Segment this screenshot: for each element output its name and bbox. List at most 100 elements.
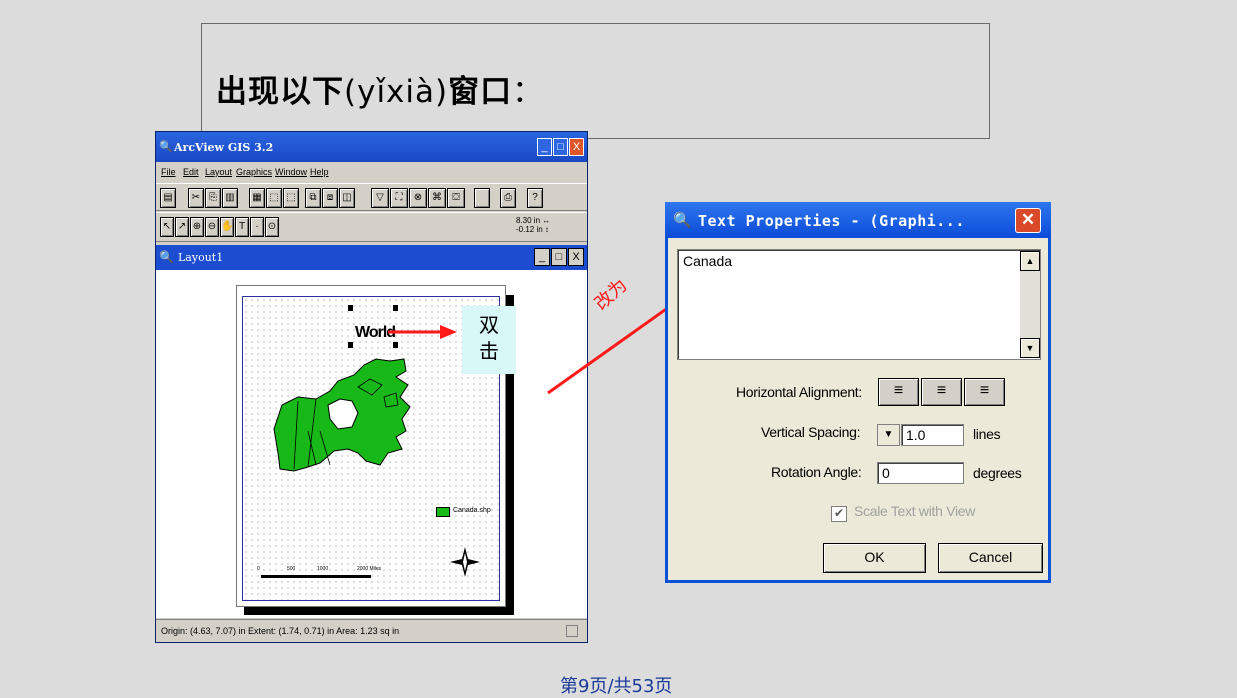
ok-button[interactable]: OK — [823, 543, 926, 573]
title-pinyin: (yǐxià) — [344, 74, 449, 110]
arcview-title: ArcView GIS 3.2 — [174, 141, 274, 154]
scroll-up-icon[interactable]: ▲ — [1020, 251, 1040, 271]
resize-grip-icon[interactable] — [566, 625, 578, 637]
frame5-icon[interactable]: ◫ — [339, 188, 355, 208]
scroll-down-icon[interactable]: ▼ — [1020, 338, 1040, 358]
save-icon[interactable]: ▤ — [160, 188, 176, 208]
dialog-close-button[interactable]: ✕ — [1015, 208, 1041, 233]
slide-title-box: 出现以下(yǐxià)窗口： — [201, 23, 990, 139]
button-bar: ▤ ✂ ⎘ ▥ ▦ ⬚ ⬚ ⧉ ⧈ ◫ ▽ ⛶ ⊗ ⌘ ⛋ ⎙ ? — [156, 183, 587, 211]
arcview-titlebar[interactable]: 🔍 ArcView GIS 3.2 _ □ X — [156, 132, 587, 162]
layout-minimize-button[interactable]: _ — [534, 248, 550, 266]
text-tool-icon[interactable]: T — [235, 217, 249, 237]
pointer-icon[interactable]: ↖ — [160, 217, 174, 237]
spacing-unit: lines — [973, 426, 1001, 442]
globe-icon: 🔍 — [159, 141, 173, 153]
rotation-angle-field[interactable]: 0 — [877, 462, 964, 484]
vertex-icon[interactable]: ↗ — [175, 217, 189, 237]
scale-bar — [261, 575, 371, 578]
cut-icon[interactable]: ✂ — [188, 188, 204, 208]
paste-icon[interactable]: ▥ — [222, 188, 238, 208]
dialog-titlebar[interactable]: 🔍 Text Properties - (Graphi... ✕ — [665, 202, 1051, 238]
copy-icon[interactable]: ⎘ — [205, 188, 221, 208]
arcview-window: 🔍 ArcView GIS 3.2 _ □ X File Edit Layout… — [155, 131, 588, 643]
tool-a-icon[interactable]: ▽ — [371, 188, 389, 208]
text-scrollbar[interactable]: ▲ ▼ — [1020, 251, 1040, 358]
tool-e-icon[interactable]: ⛋ — [447, 188, 465, 208]
layout-canvas[interactable]: World Canada.shp 0 500 1000 2000 Miles — [156, 270, 587, 618]
point-tool-icon[interactable]: · — [250, 217, 264, 237]
selection-handle[interactable] — [348, 342, 353, 348]
layout-close-button[interactable]: X — [568, 248, 584, 266]
rotation-unit: degrees — [973, 465, 1022, 481]
dialog-title: Text Properties - (Graphi... — [698, 212, 965, 230]
selection-handle[interactable] — [348, 305, 353, 311]
menu-edit[interactable]: Edit — [183, 167, 199, 177]
frame-tool-icon[interactable]: ⊙ — [265, 217, 279, 237]
help-icon[interactable]: ? — [527, 188, 543, 208]
slide-title: 出现以下(yǐxià)窗口： — [216, 66, 544, 111]
scale-label: 2000 Miles — [357, 566, 382, 572]
scale-label: 1000 — [317, 566, 329, 572]
cursor-coordinates: 8.30 in ↔ -0.12 in ↕ — [516, 216, 550, 234]
status-bar: Origin: (4.63, 7.07) in Extent: (1.74, 0… — [156, 619, 587, 642]
layout-maximize-button[interactable]: □ — [551, 248, 567, 266]
double-click-note: 双击 — [462, 306, 516, 374]
menu-bar: File Edit Layout Graphics Window Help — [156, 165, 587, 181]
text-input-area[interactable]: Canada ▲ ▼ — [677, 249, 1041, 360]
map-title-text[interactable]: World — [355, 324, 396, 342]
rotation-angle-label: Rotation Angle: — [771, 464, 862, 480]
change-to-note: 改为 — [590, 274, 631, 314]
zoom-in-icon[interactable]: ⊕ — [190, 217, 204, 237]
tool-d-icon[interactable]: ⌘ — [428, 188, 446, 208]
title-colon: ： — [512, 74, 545, 110]
horizontal-alignment-label: Horizontal Alignment: — [736, 384, 862, 400]
spacing-dropdown-icon[interactable]: ▼ — [877, 424, 900, 446]
align-left-icon[interactable]: ≡ — [878, 378, 919, 406]
minimize-button[interactable]: _ — [537, 138, 552, 156]
properties-icon[interactable]: ▦ — [249, 188, 265, 208]
legend-label: Canada.shp — [453, 507, 491, 514]
align-right-icon[interactable]: ≡ — [964, 378, 1005, 406]
menu-window[interactable]: Window — [275, 167, 307, 177]
canada-map[interactable] — [268, 357, 418, 487]
pan-icon[interactable]: ✋ — [220, 217, 234, 237]
vertical-spacing-field[interactable]: 1.0 — [901, 424, 964, 446]
tool-b-icon[interactable]: ⛶ — [390, 188, 408, 208]
align-center-icon[interactable]: ≡ — [921, 378, 962, 406]
scale-label: 500 — [287, 566, 296, 572]
selection-handle[interactable] — [393, 305, 398, 311]
text-value: Canada — [683, 253, 733, 269]
frame2-icon[interactable]: ⬚ — [283, 188, 299, 208]
north-arrow-icon — [450, 547, 480, 577]
coords-y: -0.12 in ↕ — [516, 225, 549, 234]
frame-icon[interactable]: ⬚ — [266, 188, 282, 208]
menu-help[interactable]: Help — [310, 167, 329, 177]
globe-icon: 🔍 — [673, 212, 692, 229]
title-bold-2: 窗口 — [448, 74, 513, 110]
coords-x: 8.30 in ↔ — [516, 216, 551, 225]
layout-title: Layout1 — [178, 251, 224, 264]
scale-text-checkbox[interactable]: ✔ — [831, 506, 847, 522]
tool-c-icon[interactable]: ⊗ — [409, 188, 427, 208]
frame4-icon[interactable]: ⧈ — [322, 188, 338, 208]
text-properties-dialog: 🔍 Text Properties - (Graphi... ✕ Canada … — [665, 202, 1051, 583]
maximize-button[interactable]: □ — [553, 138, 568, 156]
frame3-icon[interactable]: ⧉ — [305, 188, 321, 208]
blank-icon[interactable] — [474, 188, 490, 208]
print-icon[interactable]: ⎙ — [500, 188, 516, 208]
menu-file[interactable]: File — [161, 167, 176, 177]
menu-graphics[interactable]: Graphics — [236, 167, 272, 177]
vertical-spacing-label: Vertical Spacing: — [761, 424, 861, 440]
scale-label: 0 — [257, 566, 260, 572]
scale-text-label: Scale Text with View — [854, 503, 976, 519]
tool-bar: ↖ ↗ ⊕ ⊖ ✋ T · ⊙ 8.30 in ↔ -0.12 in ↕ — [156, 212, 587, 242]
title-bold-1: 出现以下 — [216, 74, 344, 110]
cancel-button[interactable]: Cancel — [938, 543, 1043, 573]
layout-titlebar[interactable]: 🔍 Layout1 _ □ X — [156, 245, 587, 270]
menu-layout[interactable]: Layout — [205, 167, 232, 177]
close-button[interactable]: X — [569, 138, 584, 156]
zoom-out-icon[interactable]: ⊖ — [205, 217, 219, 237]
selection-handle[interactable] — [393, 342, 398, 348]
legend-swatch — [436, 507, 450, 517]
